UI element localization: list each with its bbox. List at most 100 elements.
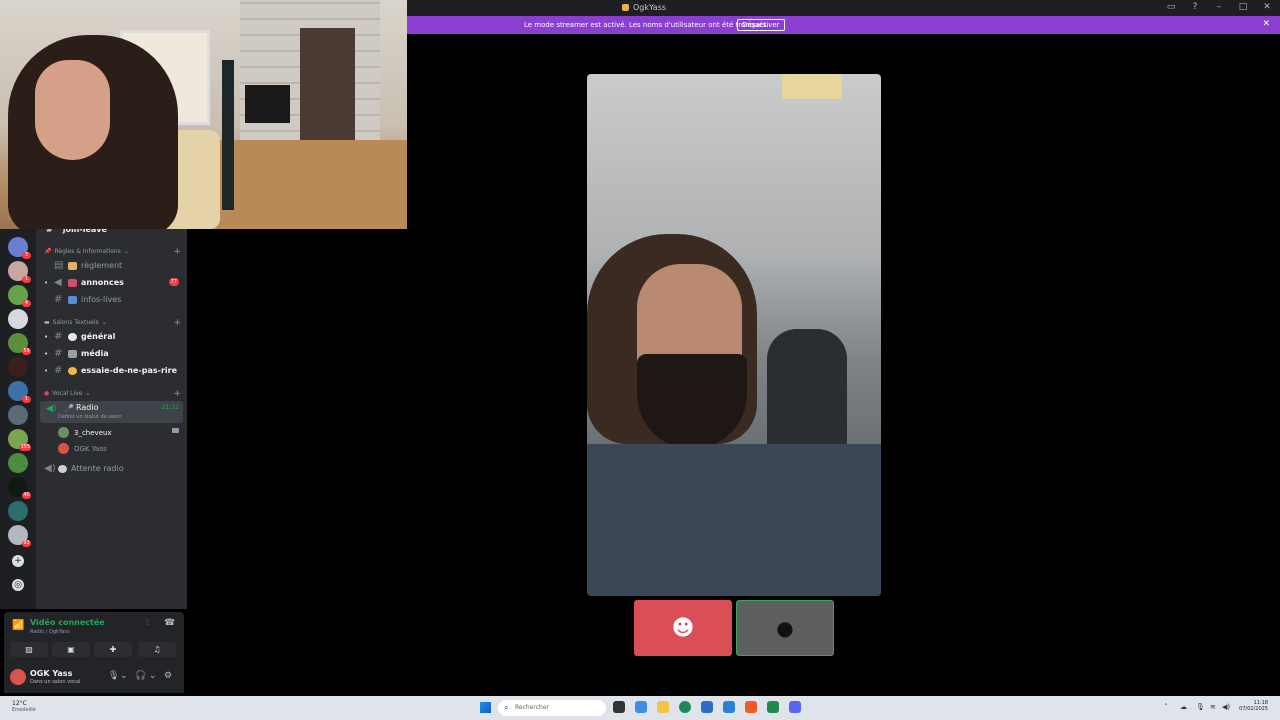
laugh-emoji-icon <box>68 366 77 375</box>
signal-icon: 📶 <box>12 620 25 631</box>
voice-member[interactable]: OGK Yass <box>58 443 107 454</box>
person-jacket <box>587 444 881 596</box>
server-icon[interactable] <box>8 453 28 473</box>
task-view-icon[interactable] <box>613 701 625 713</box>
microphone-emoji-icon: 🎤 <box>64 404 74 413</box>
mention-count-badge: 77 <box>168 278 179 286</box>
wifi-icon[interactable]: ≋ <box>1210 703 1216 711</box>
server-icon[interactable]: 4 <box>8 285 31 307</box>
folder-emoji-icon <box>68 349 77 358</box>
chevron-down-icon[interactable]: ⌄ <box>149 671 157 681</box>
channel-general[interactable]: • # général <box>40 329 183 344</box>
weather-widget[interactable]: 12°C Ensoleillé <box>12 700 36 713</box>
channel-list: # join-leave 📌 Règles & Informations ⌄ +… <box>36 225 187 609</box>
megaphone-icon: ◀ <box>54 277 62 288</box>
channel-essaie[interactable]: • # essaie-de-ne-pas-rire <box>40 363 183 378</box>
windows-start-icon[interactable] <box>480 702 491 713</box>
soundboard-button[interactable]: ♫ <box>138 642 176 657</box>
microphone-icon[interactable]: 🎙 <box>1196 703 1205 711</box>
voice-status[interactable]: Vidéo connectée <box>30 618 105 627</box>
server-icon[interactable]: 3 <box>8 237 31 259</box>
server-icon[interactable]: 355 <box>8 429 31 451</box>
add-channel-icon[interactable]: + <box>173 247 181 257</box>
voice-timer: 21:31 <box>161 404 179 411</box>
red-dot-icon: ● <box>44 390 50 397</box>
screen-share-button[interactable]: ▣ <box>52 642 90 657</box>
copilot-icon[interactable] <box>635 701 647 713</box>
close-icon[interactable]: ✕ <box>1262 2 1272 12</box>
server-icon[interactable] <box>8 501 28 521</box>
noise-suppression-icon[interactable]: ⫶ <box>146 618 148 628</box>
participant-tile-apple[interactable]: ● <box>736 600 834 656</box>
chevron-down-icon[interactable]: ⌄ <box>120 671 128 681</box>
discord-taskbar-icon[interactable] <box>789 701 801 713</box>
server-icon[interactable]: 1 <box>8 261 31 283</box>
store-icon[interactable] <box>701 701 713 713</box>
minimize-icon[interactable]: – <box>1214 2 1224 12</box>
activities-button[interactable]: ✚ <box>94 642 132 657</box>
disable-streamer-button[interactable]: Désactiver <box>737 19 785 31</box>
server-icon[interactable]: 93 <box>8 525 31 547</box>
notification-badge: 3 <box>22 252 31 259</box>
megaphone-emoji-icon <box>68 278 77 287</box>
volume-icon[interactable]: ◀) <box>1222 703 1230 711</box>
channel-status-prompt[interactable]: Définir un statut de salon <box>58 414 122 420</box>
category-text[interactable]: ▬ Salons Textuels ⌄ + <box>44 318 181 328</box>
category-rules[interactable]: 📌 Règles & Informations ⌄ + <box>44 247 181 257</box>
channel-annonces[interactable]: • ◀ annonces 77 <box>40 275 183 290</box>
microphone-icon[interactable]: 🎙 <box>108 671 119 681</box>
exercise-bike <box>222 60 234 210</box>
username[interactable]: OGK Yass <box>30 669 72 678</box>
server-icon[interactable] <box>8 357 28 377</box>
category-voice[interactable]: ● Vocal Live ⌄ + <box>44 389 181 399</box>
voice-channel-attente[interactable]: ◀) Attente radio <box>40 461 183 476</box>
gear-icon[interactable]: ⚙ <box>164 671 172 681</box>
mail-icon[interactable] <box>723 701 735 713</box>
inbox-icon[interactable]: ▭ <box>1166 2 1176 12</box>
webcam-overlay <box>0 0 407 229</box>
notification-badge: 4 <box>22 300 31 307</box>
help-icon[interactable]: ? <box>1190 2 1200 12</box>
maximize-icon[interactable]: □ <box>1238 2 1248 12</box>
channel-infos-lives[interactable]: # infos-lives <box>40 292 183 307</box>
server-icon[interactable] <box>8 405 28 425</box>
server-icon[interactable]: 40 <box>8 477 31 499</box>
chevron-down-icon: ⌄ <box>85 390 91 397</box>
window-controls: ▭ ? – □ ✕ <box>1166 2 1272 12</box>
pin-icon: 📌 <box>44 248 52 255</box>
edge-icon[interactable] <box>679 701 691 713</box>
server-icon[interactable]: 1 <box>8 381 31 403</box>
voice-member[interactable]: 3_cheveux <box>58 427 179 438</box>
channel-reglement[interactable]: ▤ règlement <box>40 258 183 273</box>
app-icon[interactable] <box>767 701 779 713</box>
camera-off-button[interactable]: ▨ <box>10 642 48 657</box>
brave-icon[interactable] <box>745 701 757 713</box>
onedrive-icon[interactable]: ☁ <box>1180 703 1187 711</box>
camera-icon <box>172 428 179 433</box>
taskbar-clock[interactable]: 11:18 07/02/2025 <box>1239 700 1268 712</box>
car-sign <box>782 74 842 99</box>
avatar[interactable] <box>10 669 26 685</box>
voice-location[interactable]: Radio / OgkYass <box>30 629 70 635</box>
disconnect-icon[interactable]: ☎ <box>164 618 175 628</box>
server-icon[interactable] <box>8 309 28 329</box>
notification-badge: 93 <box>22 540 31 547</box>
notification-badge: 355 <box>19 444 31 451</box>
add-channel-icon[interactable]: + <box>173 389 181 399</box>
explore-icon[interactable]: ◎ <box>12 579 24 591</box>
scroll-emoji-icon <box>68 261 77 270</box>
participant-tile-discord[interactable]: ☻ <box>634 600 732 656</box>
hourglass-emoji-icon <box>58 464 67 473</box>
taskbar-search[interactable]: ⌕ Rechercher <box>498 700 606 716</box>
add-channel-icon[interactable]: + <box>173 318 181 328</box>
add-server-icon[interactable]: + <box>12 555 24 567</box>
main-video-tile[interactable] <box>587 74 881 596</box>
file-explorer-icon[interactable] <box>657 701 669 713</box>
banner-close-icon[interactable]: ✕ <box>1262 19 1270 29</box>
voice-channel-radio[interactable]: ◀) 🎤 Radio 21:31 Définir un statut de sa… <box>40 401 183 423</box>
headphones-icon[interactable]: 🎧 <box>135 671 146 681</box>
chevron-up-icon[interactable]: ˄ <box>1164 703 1168 711</box>
discord-logo-icon: ☻ <box>671 615 695 641</box>
server-icon[interactable]: 59 <box>8 333 31 355</box>
channel-media[interactable]: • # média <box>40 346 183 361</box>
